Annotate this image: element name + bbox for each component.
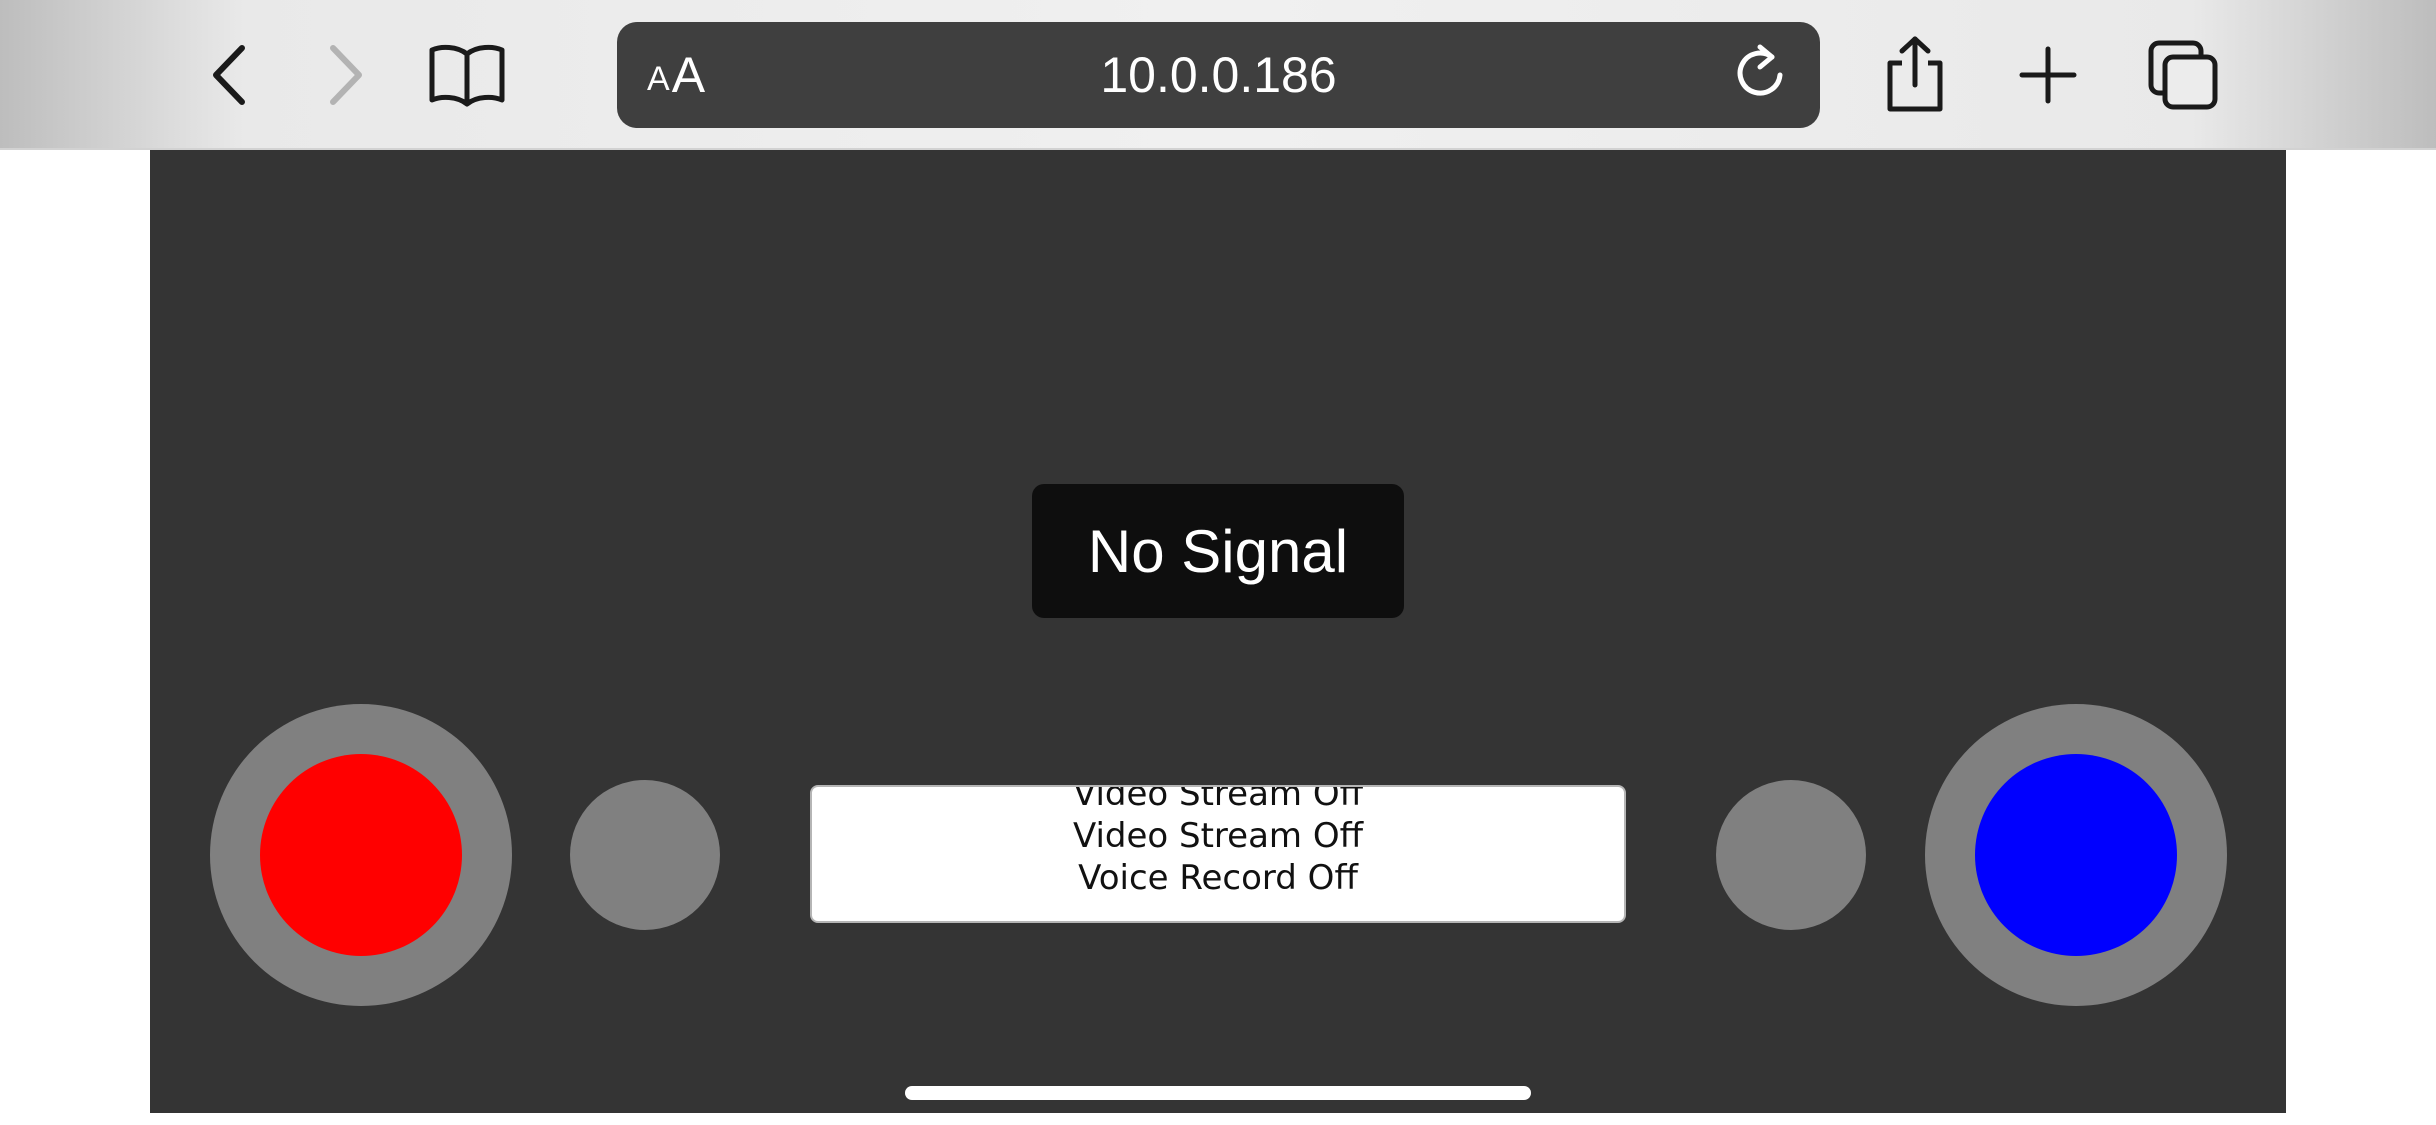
book-icon	[427, 40, 507, 110]
browser-window: A A 10.0.0.186 No Signal Video Stream Of…	[0, 0, 2436, 1125]
browser-toolbar: A A 10.0.0.186	[0, 0, 2436, 150]
plus-icon	[2018, 45, 2078, 105]
video-no-signal-label: No Signal	[1032, 484, 1404, 618]
reader-small-a: A	[647, 59, 670, 98]
status-line: Video Stream Off	[1072, 785, 1364, 814]
tabs-icon	[2147, 39, 2219, 111]
chevron-left-icon	[200, 40, 260, 110]
home-indicator	[905, 1086, 1531, 1100]
right-joystick[interactable]	[1925, 704, 2227, 1006]
url-text: 10.0.0.186	[1100, 47, 1337, 103]
share-icon	[1880, 35, 1950, 115]
left-joystick[interactable]	[210, 704, 512, 1006]
left-joystick-knob[interactable]	[260, 754, 462, 956]
tabs-button[interactable]	[2138, 30, 2228, 120]
share-button[interactable]	[1870, 30, 1960, 120]
reader-big-a: A	[671, 47, 706, 103]
reload-icon	[1732, 43, 1788, 108]
back-button[interactable]	[185, 30, 275, 120]
address-bar[interactable]: A A 10.0.0.186	[617, 22, 1820, 128]
status-list: Video Stream Off Video Stream Off Voice …	[812, 785, 1624, 899]
status-line: Video Stream Off	[1072, 816, 1364, 856]
bookmarks-button[interactable]	[422, 30, 512, 120]
forward-button[interactable]	[300, 30, 390, 120]
left-action-button[interactable]	[570, 780, 720, 930]
status-line: Voice Record Off	[1078, 858, 1358, 898]
right-joystick-knob[interactable]	[1975, 754, 2177, 956]
right-action-button[interactable]	[1716, 780, 1866, 930]
page-viewport: No Signal Video Stream Off Video Stream …	[150, 150, 2286, 1113]
status-log[interactable]: Video Stream Off Video Stream Off Voice …	[810, 785, 1626, 923]
chevron-right-icon	[315, 40, 375, 110]
reader-text-size-button[interactable]: A A	[647, 22, 705, 128]
new-tab-button[interactable]	[2003, 30, 2093, 120]
reload-button[interactable]	[1720, 35, 1800, 115]
